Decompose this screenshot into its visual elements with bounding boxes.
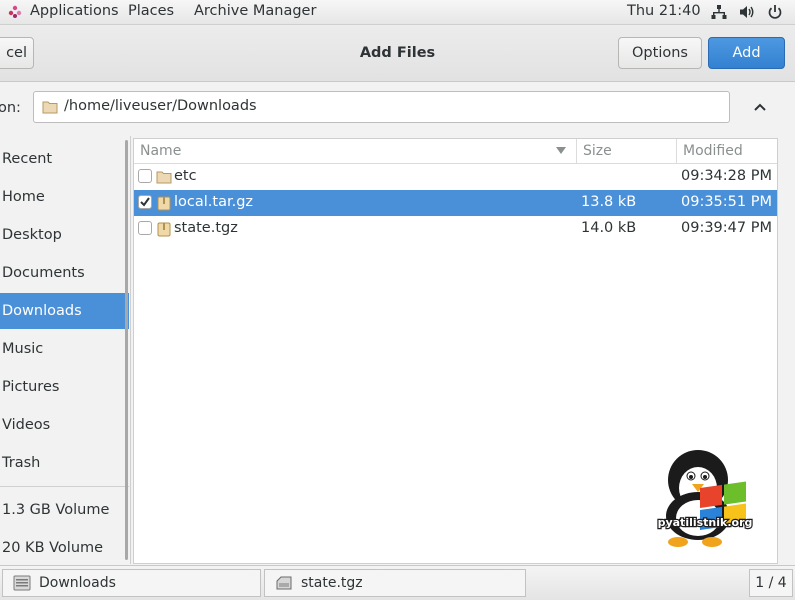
sidebar-item-music[interactable]: Music	[0, 331, 129, 367]
file-manager-icon	[13, 575, 31, 591]
column-headers: Name Size Modified	[134, 139, 777, 164]
row-checkbox[interactable]	[138, 221, 152, 235]
taskbar: Downloads state.tgz 1 / 4	[0, 565, 795, 600]
column-header-size[interactable]: Size	[583, 143, 612, 159]
taskbar-label: Downloads	[39, 575, 116, 591]
column-divider	[576, 139, 577, 163]
folder-icon	[42, 101, 58, 114]
file-modified: 09:35:51 PM	[681, 194, 772, 210]
sidebar-item-downloads[interactable]: Downloads	[0, 293, 129, 329]
file-size: 14.0 kB	[581, 220, 637, 236]
workspace-switcher[interactable]: 1 / 4	[749, 569, 793, 597]
file-row-etc[interactable]: etc 09:34:28 PM	[134, 164, 777, 190]
location-label: on:	[0, 100, 21, 116]
column-header-modified[interactable]: Modified	[683, 143, 743, 159]
file-row-state-tgz[interactable]: state.tgz 14.0 kB 09:39:47 PM	[134, 216, 777, 242]
sidebar-scrollbar[interactable]	[125, 140, 128, 560]
location-path[interactable]: /home/liveuser/Downloads	[64, 98, 257, 114]
row-checkbox[interactable]	[138, 169, 152, 183]
archive-manager-menu[interactable]: Archive Manager	[194, 3, 316, 19]
clock[interactable]: Thu 21:40	[627, 3, 701, 19]
sidebar-item-pictures[interactable]: Pictures	[0, 369, 129, 405]
column-divider	[676, 139, 677, 163]
file-row-local-tar-gz[interactable]: local.tar.gz 13.8 kB 09:35:51 PM	[134, 190, 777, 216]
taskbar-label: state.tgz	[301, 575, 363, 591]
folder-icon	[156, 171, 172, 184]
file-size: 13.8 kB	[581, 194, 637, 210]
archive-icon	[157, 222, 171, 237]
taskbar-item-state-tgz[interactable]: state.tgz	[264, 569, 526, 597]
taskbar-item-downloads[interactable]: Downloads	[2, 569, 261, 597]
sort-descending-icon[interactable]	[556, 147, 566, 155]
places-sidebar: Recent Home Desktop Documents Downloads …	[0, 136, 131, 564]
add-button[interactable]: Add	[708, 37, 785, 69]
network-icon[interactable]	[711, 4, 727, 20]
archive-manager-icon	[276, 576, 292, 590]
sidebar-item-home[interactable]: Home	[0, 179, 129, 215]
chevron-up-icon[interactable]	[750, 98, 770, 116]
power-icon[interactable]	[767, 4, 783, 20]
location-input[interactable]: /home/liveuser/Downloads	[33, 91, 730, 123]
sidebar-item-volume-2[interactable]: 20 KB Volume	[0, 530, 129, 566]
options-button[interactable]: Options	[618, 37, 702, 69]
activities-icon	[8, 5, 22, 18]
file-name: state.tgz	[174, 220, 238, 236]
file-modified: 09:34:28 PM	[681, 168, 772, 184]
file-modified: 09:39:47 PM	[681, 220, 772, 236]
row-checkbox-checked[interactable]	[138, 195, 152, 209]
sidebar-item-recent[interactable]: Recent	[0, 141, 129, 177]
location-bar: on: /home/liveuser/Downloads	[0, 82, 795, 132]
watermark-text: pyatilistnik.org	[658, 516, 753, 529]
sidebar-item-volume-1[interactable]: 1.3 GB Volume	[0, 492, 129, 528]
sidebar-item-videos[interactable]: Videos	[0, 407, 129, 443]
volume-icon[interactable]	[739, 4, 755, 20]
archive-icon	[157, 196, 171, 211]
file-name: etc	[174, 168, 197, 184]
sidebar-item-trash[interactable]: Trash	[0, 445, 129, 481]
places-menu[interactable]: Places	[128, 3, 174, 19]
sidebar-item-documents[interactable]: Documents	[0, 255, 129, 291]
applications-menu[interactable]: Applications	[30, 3, 119, 19]
column-header-name[interactable]: Name	[140, 143, 181, 159]
top-bar: Applications Places Archive Manager Thu …	[0, 0, 795, 25]
sidebar-item-desktop[interactable]: Desktop	[0, 217, 129, 253]
sidebar-separator	[0, 486, 129, 487]
watermark-logo: pyatilistnik.org	[656, 450, 754, 547]
file-name: local.tar.gz	[174, 194, 254, 210]
dialog-header-bar: cel Add Files Options Add	[0, 25, 795, 82]
checkmark-icon	[140, 197, 150, 207]
